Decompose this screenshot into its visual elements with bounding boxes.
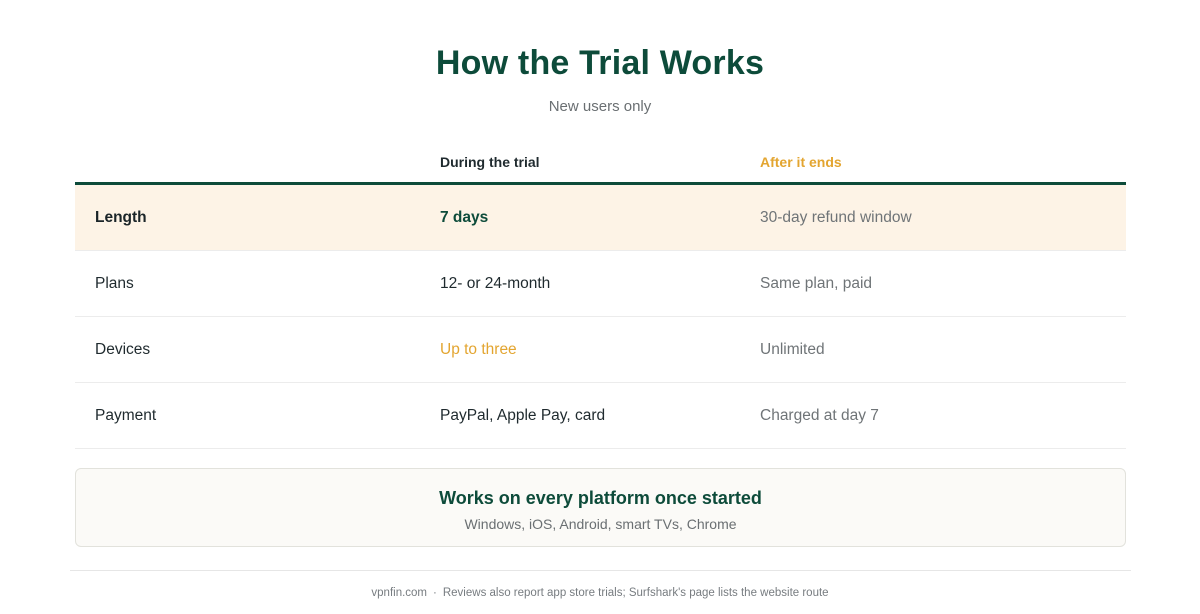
row-label: Length xyxy=(95,209,147,226)
row-during-value: 12- or 24-month xyxy=(440,275,551,292)
page-subtitle: New users only xyxy=(548,98,652,115)
column-header-during: During the trial xyxy=(440,154,540,170)
row-during-value: Up to three xyxy=(440,341,517,358)
row-after-value: 30-day refund window xyxy=(760,209,912,226)
row-label: Devices xyxy=(95,341,151,358)
platform-note-box: Works on every platform once started Win… xyxy=(75,468,1126,547)
row-during-value: PayPal, Apple Pay, card xyxy=(440,407,606,424)
footer-separator: · xyxy=(433,587,437,599)
footer-site: vpnfin.com xyxy=(371,587,428,599)
row-label: Plans xyxy=(95,275,134,292)
column-header-after: After it ends xyxy=(760,154,842,170)
footer-divider xyxy=(70,570,1131,571)
footer: vpnfin.com · Reviews also report app store… xyxy=(0,587,1200,599)
table-row-devices: Devices Up to three Unlimited xyxy=(75,317,1126,383)
table-row-payment: Payment PayPal, Apple Pay, card Charged … xyxy=(75,383,1126,449)
table-row-length: Length 7 days 30-day refund window xyxy=(75,185,1126,251)
row-during-value: 7 days xyxy=(440,209,489,226)
trial-comparison-table: During the trial After it ends Length 7 … xyxy=(75,146,1126,449)
table-row-plans: Plans 12- or 24-month Same plan, paid xyxy=(75,251,1126,317)
row-after-value: Charged at day 7 xyxy=(760,407,879,424)
table-header: During the trial After it ends xyxy=(75,146,1126,185)
row-after-value: Same plan, paid xyxy=(760,275,873,292)
footer-text: Reviews also report app store trials; Su… xyxy=(442,587,829,599)
note-subtitle: Windows, iOS, Android, smart TVs, Chrome xyxy=(464,516,737,532)
row-after-value: Unlimited xyxy=(760,341,825,358)
row-label: Payment xyxy=(95,407,157,424)
page-title: How the Trial Works xyxy=(435,44,765,82)
note-title: Works on every platform once started xyxy=(439,488,762,508)
